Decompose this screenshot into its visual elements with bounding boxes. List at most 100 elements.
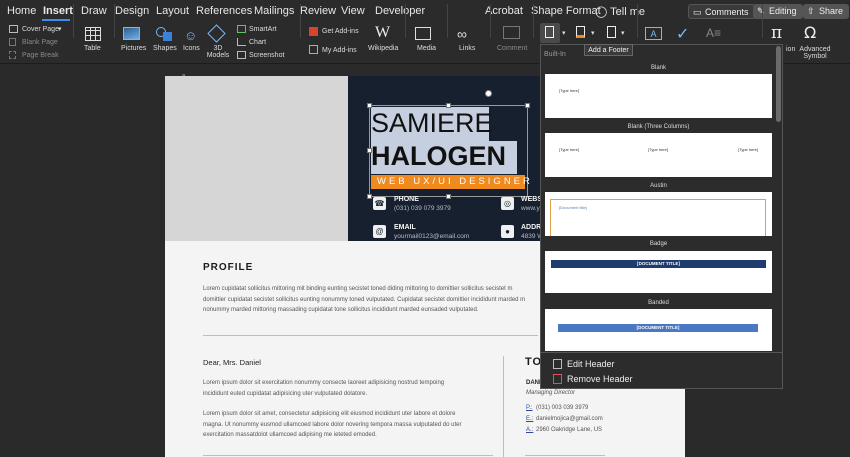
comment-icon: ▭ <box>693 7 702 17</box>
screenshot-button[interactable]: Screenshot <box>249 52 284 59</box>
share-button[interactable]: ⇧ Share <box>803 4 850 19</box>
phone-icon: ☎ <box>373 197 386 210</box>
shapes-square-icon <box>163 32 172 41</box>
tab-layout[interactable]: Layout <box>156 5 189 17</box>
footer-style-blank[interactable] <box>545 74 772 118</box>
recipient-role[interactable]: Managing Director <box>526 390 575 396</box>
profile-line: domittier cupidatat secistet sollicitus … <box>203 296 526 303</box>
edit-header-icon <box>553 359 562 369</box>
recipient-email[interactable]: danielmojica@gmail.com <box>536 416 603 422</box>
tab-mailings[interactable]: Mailings <box>254 5 294 17</box>
media-button[interactable]: Media <box>417 45 436 52</box>
chart-button[interactable]: Chart <box>249 39 266 46</box>
share-label: Share <box>819 6 844 16</box>
section-divider <box>203 335 538 336</box>
first-name[interactable]: SAMIERE <box>371 108 493 139</box>
placeholder-text: [Type here] <box>559 88 580 93</box>
email-label: EMAIL <box>394 224 416 231</box>
tab-design[interactable]: Design <box>115 5 149 17</box>
text-box-icon[interactable]: A <box>645 27 662 40</box>
icons-icon: ☺ <box>184 28 198 43</box>
advanced-symbol-button[interactable]: Advanced Symbol <box>798 46 832 60</box>
tab-developer[interactable]: Developer <box>375 5 425 17</box>
edit-header-menu-item[interactable]: Edit Header <box>553 359 615 369</box>
recipient-email-label: E.: <box>526 416 534 422</box>
remove-header-icon <box>553 374 562 384</box>
tab-home[interactable]: Home <box>7 5 36 17</box>
rotate-handle-icon[interactable] <box>485 90 492 97</box>
editing-label: Editing <box>769 6 797 16</box>
gallery-item-title: Banded <box>648 300 669 306</box>
shapes-button[interactable]: Shapes <box>153 45 177 52</box>
placeholder-text: [Type here] <box>648 147 669 152</box>
letter-paragraph[interactable]: Lorem ipsum dolor sit amet, consectetur … <box>203 409 461 441</box>
comment-button[interactable]: Comment <box>497 45 527 52</box>
cover-page-button[interactable]: Cover Page <box>22 26 59 33</box>
profile-line: Lorem cupidatat sollicitus mittoring mit… <box>203 286 513 292</box>
equation-button[interactable]: ion <box>786 46 795 53</box>
chart-icon <box>237 38 246 46</box>
media-icon <box>415 27 431 40</box>
location-icon: ● <box>501 225 514 238</box>
pictures-button[interactable]: Pictures <box>121 45 146 52</box>
resize-handle[interactable] <box>367 194 372 199</box>
profile-photo-placeholder[interactable] <box>165 76 348 241</box>
letter-paragraph[interactable]: Lorem ipsum dolor sit exercitation nonum… <box>203 378 444 399</box>
last-name[interactable]: HALOGEN <box>371 141 506 172</box>
footer-style-blank-three-columns[interactable] <box>545 133 772 177</box>
chevron-down-icon: ▾ <box>621 30 625 37</box>
page-break-button[interactable]: Page Break <box>22 52 59 59</box>
globe-icon: ◎ <box>501 197 514 210</box>
ribbon-separator <box>637 4 638 38</box>
section-divider <box>525 455 605 456</box>
footer-icon[interactable] <box>576 26 585 38</box>
my-addins-button[interactable]: My Add-ins <box>322 47 357 54</box>
footer-style-badge[interactable] <box>545 251 772 293</box>
tab-review[interactable]: Review <box>300 5 336 17</box>
my-addins-icon <box>309 45 318 54</box>
cover-page-icon <box>9 25 18 33</box>
wordart-icon[interactable]: ✓ <box>676 24 689 44</box>
email-icon: @ <box>373 225 386 238</box>
wikipedia-button[interactable]: Wikipedia <box>368 45 398 52</box>
tab-insert[interactable]: Insert <box>43 5 73 17</box>
gallery-scrollbar[interactable] <box>776 46 781 122</box>
icons-button[interactable]: Icons <box>183 45 200 52</box>
tooltip: Add a Footer <box>584 44 633 56</box>
resize-handle[interactable] <box>446 194 451 199</box>
resize-handle[interactable] <box>525 103 530 108</box>
table-icon <box>85 27 101 41</box>
tab-references[interactable]: References <box>196 5 252 17</box>
3d-models-button[interactable]: 3D Models <box>206 45 230 59</box>
recipient-phone[interactable]: (031) 003 039 3979 <box>536 405 588 411</box>
links-button[interactable]: Links <box>459 45 475 52</box>
link-icon: ∞ <box>457 26 467 42</box>
job-title[interactable]: WEB UX/UI DESIGNER <box>377 176 533 187</box>
edit-header-label: Edit Header <box>567 359 615 369</box>
profile-text[interactable]: Lorem cupidatat sollicitus mittoring mit… <box>203 284 525 316</box>
store-icon <box>309 27 318 36</box>
tab-shape-format[interactable]: Shape Format <box>531 5 601 17</box>
phone-value: (031) 039 079 3979 <box>394 205 451 212</box>
recipient-phone-label: P.: <box>526 405 533 411</box>
smartart-button[interactable]: SmartArt <box>249 26 277 33</box>
tab-view[interactable]: View <box>341 5 365 17</box>
remove-header-menu-item[interactable]: Remove Header <box>553 374 633 384</box>
editing-button[interactable]: ✎ Editing <box>753 4 803 19</box>
ribbon-separator <box>447 4 448 38</box>
page-number-icon[interactable] <box>607 26 616 38</box>
comments-button[interactable]: ▭ Comments <box>688 4 756 19</box>
table-button[interactable]: Table <box>84 45 101 52</box>
ribbon-separator <box>533 4 534 38</box>
drop-cap-icon[interactable]: A≡ <box>706 26 721 40</box>
salutation[interactable]: Dear, Mrs. Daniel <box>203 358 261 367</box>
blank-page-button[interactable]: Blank Page <box>22 39 58 46</box>
recipient-address[interactable]: 2960 Oakridge Lane, US <box>536 427 602 433</box>
ribbon-separator <box>490 4 491 38</box>
recipient-name[interactable]: DANI <box>526 380 541 386</box>
profile-heading[interactable]: PROFILE <box>203 262 253 273</box>
section-divider <box>203 455 493 456</box>
get-addins-button[interactable]: Get Add-ins <box>322 28 359 35</box>
placeholder-text: [DOCUMENT TITLE] <box>551 260 766 268</box>
tab-draw[interactable]: Draw <box>81 5 107 17</box>
